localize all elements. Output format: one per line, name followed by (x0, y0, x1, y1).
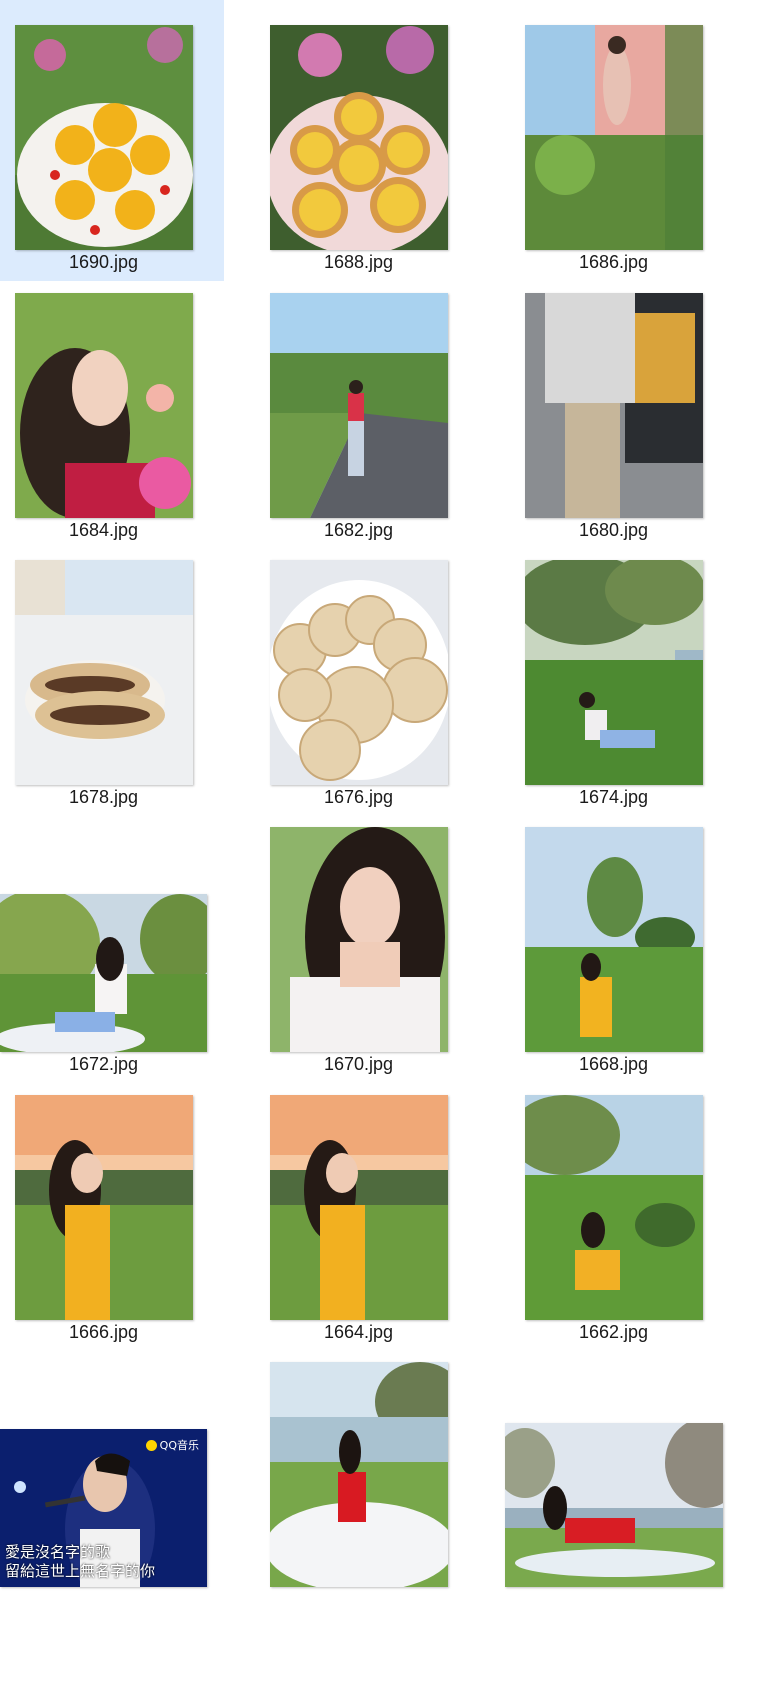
pancakes-photo (269, 560, 448, 785)
qq-logo-icon (145, 1439, 157, 1451)
red-dress-lying-photo (504, 1423, 723, 1587)
file-item[interactable]: 1686.jpg (493, 0, 734, 281)
file-item[interactable]: 1690.jpg (0, 0, 224, 281)
thumbnail-frame (0, 0, 224, 250)
file-item[interactable]: 1670.jpg (238, 802, 479, 1083)
yellow-dress-field-photo (524, 827, 703, 1052)
file-item[interactable]: 1684.jpg (0, 268, 224, 549)
thumbnail-frame (0, 268, 224, 518)
thumbnail-frame (493, 1070, 734, 1320)
thumbnail-frame (238, 0, 479, 250)
thumbnail-frame (0, 802, 224, 1052)
egg-tarts-photo (269, 25, 448, 250)
file-item[interactable]: 1666.jpg (0, 1070, 224, 1351)
qq-music-badge: QQ音乐 (145, 1437, 199, 1453)
thumbnail-frame (493, 535, 734, 785)
file-item[interactable]: 1674.jpg (493, 535, 734, 816)
file-item[interactable]: 1680.jpg (493, 268, 734, 549)
road-pose-photo (269, 293, 448, 518)
selfie-photo (269, 827, 448, 1052)
file-item[interactable]: 1688.jpg (238, 0, 479, 281)
thumbnail-frame (493, 0, 734, 250)
stuffed-pastry-photo (14, 560, 193, 785)
thumbnail-grid: 1690.jpg 1688.jpg 1686.jpg 1684.jpg 1682… (0, 0, 771, 1701)
file-item[interactable]: 1676.jpg (238, 535, 479, 816)
balcony-garden-photo (524, 25, 703, 250)
fruit-plate-photo (14, 25, 193, 250)
thumbnail-frame (493, 802, 734, 1052)
thumbnail-frame (238, 1337, 479, 1587)
file-item[interactable] (493, 1337, 734, 1618)
file-item[interactable]: 1668.jpg (493, 802, 734, 1083)
picnic-willow-photo (0, 894, 207, 1052)
lyric-line-2: 留給這世上無名字的你 (5, 1562, 156, 1580)
file-item[interactable]: 1672.jpg (0, 802, 224, 1083)
sunset-yellow-dress-photo (269, 1095, 448, 1320)
thumbnail-frame (238, 802, 479, 1052)
file-item[interactable]: 1662.jpg (493, 1070, 734, 1351)
file-item[interactable]: 1664.jpg (238, 1070, 479, 1351)
file-item[interactable] (238, 1337, 479, 1618)
sitting-grass-photo (524, 1095, 703, 1320)
file-item[interactable]: QQ音乐愛是沒名字的歌 留給這世上無名字的你 (0, 1337, 224, 1618)
qq-badge-text: QQ音乐 (159, 1439, 199, 1452)
thumbnail-frame: QQ音乐愛是沒名字的歌 留給這世上無名字的你 (0, 1337, 224, 1587)
thumbnail-frame (493, 268, 734, 518)
lakeside-grass-photo (524, 560, 703, 785)
portrait-flowers-photo (14, 293, 193, 518)
thumbnail-frame (238, 1070, 479, 1320)
car-trunk-photo (524, 293, 703, 518)
red-dress-picnic-photo (269, 1362, 448, 1587)
lyric-line-1: 愛是沒名字的歌 (5, 1543, 111, 1561)
file-item[interactable]: 1678.jpg (0, 535, 224, 816)
thumbnail-frame (0, 535, 224, 785)
thumbnail-frame (238, 268, 479, 518)
concert-screenshot-photo: QQ音乐愛是沒名字的歌 留給這世上無名字的你 (0, 1429, 207, 1587)
thumbnail-frame (238, 535, 479, 785)
thumbnail-frame (493, 1337, 734, 1587)
file-item[interactable]: 1682.jpg (238, 268, 479, 549)
thumbnail-frame (0, 1070, 224, 1320)
sunset-yellow-dress-photo (14, 1095, 193, 1320)
